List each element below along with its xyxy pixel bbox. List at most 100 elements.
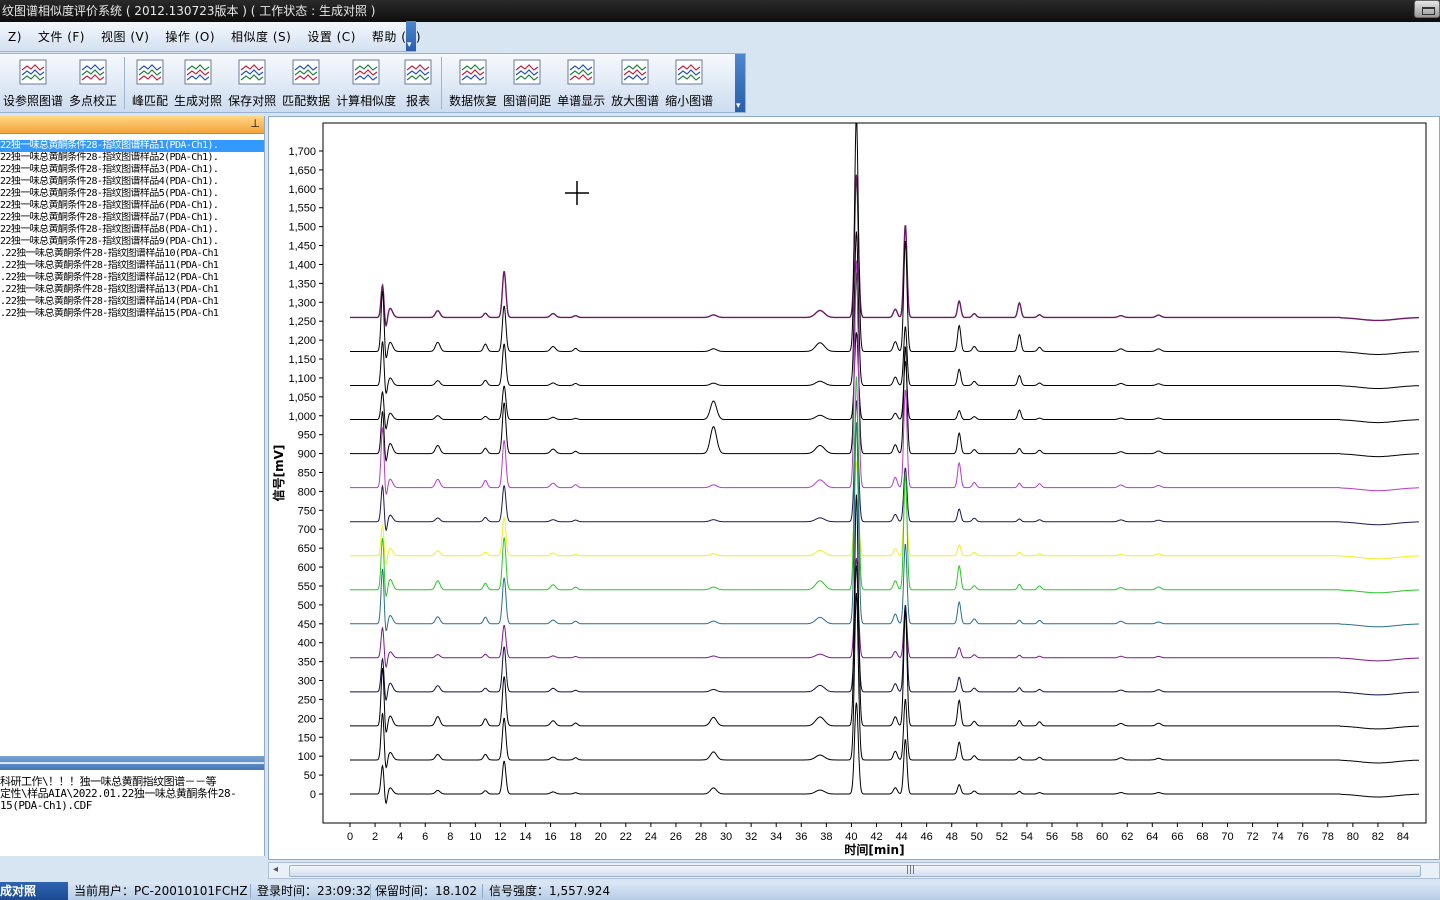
menu-overflow-button[interactable] — [406, 21, 416, 51]
toolbar-button-label: 缩小图谱 — [665, 94, 714, 108]
status-divider — [370, 884, 371, 898]
generate-reference-icon — [184, 59, 212, 85]
reference-spectrum-button[interactable]: 设参照图谱 — [0, 54, 66, 112]
window-title: 纹图谱相似度评价系统 ( 2012.130723版本 ) ( 工作状态 : 生成… — [2, 4, 376, 18]
menu-item-operation[interactable]: 操作 (O) — [157, 26, 223, 48]
sample-panel: ⊥ 22独一味总黄酮条件28-指纹图谱样品1(PDA-Ch1). 22独一味总黄酮… — [0, 116, 265, 856]
toolbar-button-label: 匹配数据 — [282, 94, 331, 108]
sample-list-item[interactable]: 22独一味总黄酮条件28-指纹图谱样品2(PDA-Ch1). — [0, 152, 264, 164]
sample-list-item[interactable]: 22独一味总黄酮条件28-指纹图谱样品7(PDA-Ch1). — [0, 212, 264, 224]
x-tick-label: 40 — [845, 831, 857, 843]
chromatogram-svg: 0501001502002503003504004505005506006507… — [271, 122, 1427, 857]
report-button[interactable]: 报表 — [399, 54, 437, 112]
zoom-in-spectrum-icon — [621, 59, 649, 85]
single-spectrum-button[interactable]: 单谱显示 — [554, 54, 608, 112]
sample-list-item[interactable]: .22独一味总黄酮条件28-指纹图谱样品15(PDA-Ch1 — [0, 308, 264, 320]
toolbar-button-label: 保存对照 — [228, 94, 277, 108]
sample-list-item[interactable]: .22独一味总黄酮条件28-指纹图谱样品10(PDA-Ch1 — [0, 248, 264, 260]
y-tick-label: 1,600 — [288, 184, 316, 196]
spectrum-spacing-icon — [513, 59, 541, 85]
zoom-out-spectrum-button[interactable]: 缩小图谱 — [662, 54, 716, 112]
status-mode: 成对照 — [0, 882, 68, 900]
chromatogram-chart[interactable]: 0 50 100 150 200 250 300 350 400 450 500 550 600 650 7… — [268, 116, 1440, 860]
sample-list-item[interactable]: 22独一味总黄酮条件28-指纹图谱样品1(PDA-Ch1). — [0, 140, 264, 152]
scroll-left-icon[interactable]: ◂ — [273, 864, 278, 875]
x-tick-label: 12 — [494, 831, 506, 843]
toolbar-overflow-button[interactable] — [735, 54, 745, 112]
menu-item-similarity[interactable]: 相似度 (S) — [223, 26, 299, 48]
data-restore-button[interactable]: 数据恢复 — [446, 54, 500, 112]
y-tick-label: 1,450 — [288, 241, 316, 253]
x-tick-label: 20 — [595, 831, 607, 843]
match-data-icon — [292, 59, 320, 85]
menu-item-file[interactable]: 文件 (F) — [30, 26, 93, 48]
status-divider — [250, 884, 251, 898]
y-tick-label: 450 — [298, 619, 316, 631]
menu-item-view[interactable]: 视图 (V) — [93, 26, 157, 48]
menu-item-help[interactable]: 帮助 (H) — [364, 26, 429, 48]
y-tick-label: 800 — [298, 486, 316, 498]
toolbar-button-label: 报表 — [406, 94, 431, 108]
y-tick-label: 1,300 — [288, 297, 316, 309]
sample-list-item[interactable]: 22独一味总黄酮条件28-指纹图谱样品6(PDA-Ch1). — [0, 200, 264, 212]
x-tick-label: 10 — [469, 831, 481, 843]
x-tick-label: 44 — [895, 831, 907, 843]
panel-splitter[interactable] — [0, 756, 264, 770]
x-tick-label: 22 — [620, 831, 632, 843]
x-tick-label: 54 — [1021, 831, 1033, 843]
sample-list-item[interactable]: 22独一味总黄酮条件28-指纹图谱样品4(PDA-Ch1). — [0, 176, 264, 188]
toolbar-button-label: 放大图谱 — [611, 94, 660, 108]
sample-list-item[interactable]: 22独一味总黄酮条件28-指纹图谱样品5(PDA-Ch1). — [0, 188, 264, 200]
save-reference-button[interactable]: 保存对照 — [225, 54, 279, 112]
sample-list-item[interactable]: 22独一味总黄酮条件28-指纹图谱样品8(PDA-Ch1). — [0, 224, 264, 236]
match-data-button[interactable]: 匹配数据 — [279, 54, 333, 112]
spectrum-spacing-button[interactable]: 图谱间距 — [500, 54, 554, 112]
y-tick-label: 350 — [298, 657, 316, 669]
sample-list-item[interactable]: .22独一味总黄酮条件28-指纹图谱样品14(PDA-Ch1 — [0, 296, 264, 308]
data-restore-icon — [459, 59, 487, 85]
x-tick-label: 66 — [1171, 831, 1183, 843]
horizontal-scrollbar[interactable]: ◂ ||| — [268, 862, 1440, 879]
scroll-thumb[interactable]: ||| — [289, 865, 1421, 877]
y-tick-label: 500 — [298, 600, 316, 612]
y-tick-label: 1,400 — [288, 259, 316, 271]
restore-window-button[interactable] — [1414, 0, 1440, 18]
y-tick-label: 150 — [298, 732, 316, 744]
y-axis-label: 信号[mV] — [271, 445, 286, 502]
status-divider — [482, 884, 483, 898]
calc-similarity-icon — [352, 59, 380, 85]
y-tick-label: 1,250 — [288, 316, 316, 328]
x-tick-label: 26 — [670, 831, 682, 843]
calc-similarity-button[interactable]: 计算相似度 — [333, 54, 399, 112]
generate-reference-button[interactable]: 生成对照 — [171, 54, 225, 112]
y-tick-label: 1,700 — [288, 146, 316, 158]
sample-list-item[interactable]: 22独一味总黄酮条件28-指纹图谱样品3(PDA-Ch1). — [0, 164, 264, 176]
peak-match-icon — [136, 59, 164, 85]
plot-frame — [322, 122, 1427, 824]
multipoint-correction-button[interactable]: 多点校正 — [66, 54, 120, 112]
y-tick-label: 1,200 — [288, 335, 316, 347]
x-tick-label: 6 — [422, 831, 428, 843]
y-tick-label: 600 — [298, 562, 316, 574]
x-tick-label: 70 — [1221, 831, 1233, 843]
zoom-in-spectrum-button[interactable]: 放大图谱 — [608, 54, 662, 112]
x-tick-label: 16 — [544, 831, 556, 843]
x-tick-label: 0 — [347, 831, 353, 843]
x-tick-label: 64 — [1146, 831, 1158, 843]
sample-list-item[interactable]: 22独一味总黄酮条件28-指纹图谱样品9(PDA-Ch1). — [0, 236, 264, 248]
status-login-time: 登录时间：23:09:32 — [257, 884, 371, 898]
y-tick-label: 1,150 — [288, 354, 316, 366]
y-tick-label: 1,000 — [288, 411, 316, 423]
menu-item-settings[interactable]: 设置 (C) — [299, 26, 364, 48]
x-tick-label: 24 — [645, 831, 657, 843]
x-tick-label: 18 — [570, 831, 582, 843]
peak-match-button[interactable]: 峰匹配 — [129, 54, 171, 112]
menu-bar: Z) 文件 (F) 视图 (V) 操作 (O) 相似度 (S) 设置 (C) 帮… — [0, 21, 421, 52]
pin-icon[interactable]: ⊥ — [250, 118, 260, 130]
y-tick-label: 300 — [298, 676, 316, 688]
x-tick-label: 48 — [946, 831, 958, 843]
sample-list-item[interactable]: .22独一味总黄酮条件28-指纹图谱样品13(PDA-Ch1 — [0, 284, 264, 296]
menu-item-z[interactable]: Z) — [0, 26, 30, 48]
sample-list-item[interactable]: .22独一味总黄酮条件28-指纹图谱样品11(PDA-Ch1 — [0, 260, 264, 272]
sample-list-item[interactable]: .22独一味总黄酮条件28-指纹图谱样品12(PDA-Ch1 — [0, 272, 264, 284]
